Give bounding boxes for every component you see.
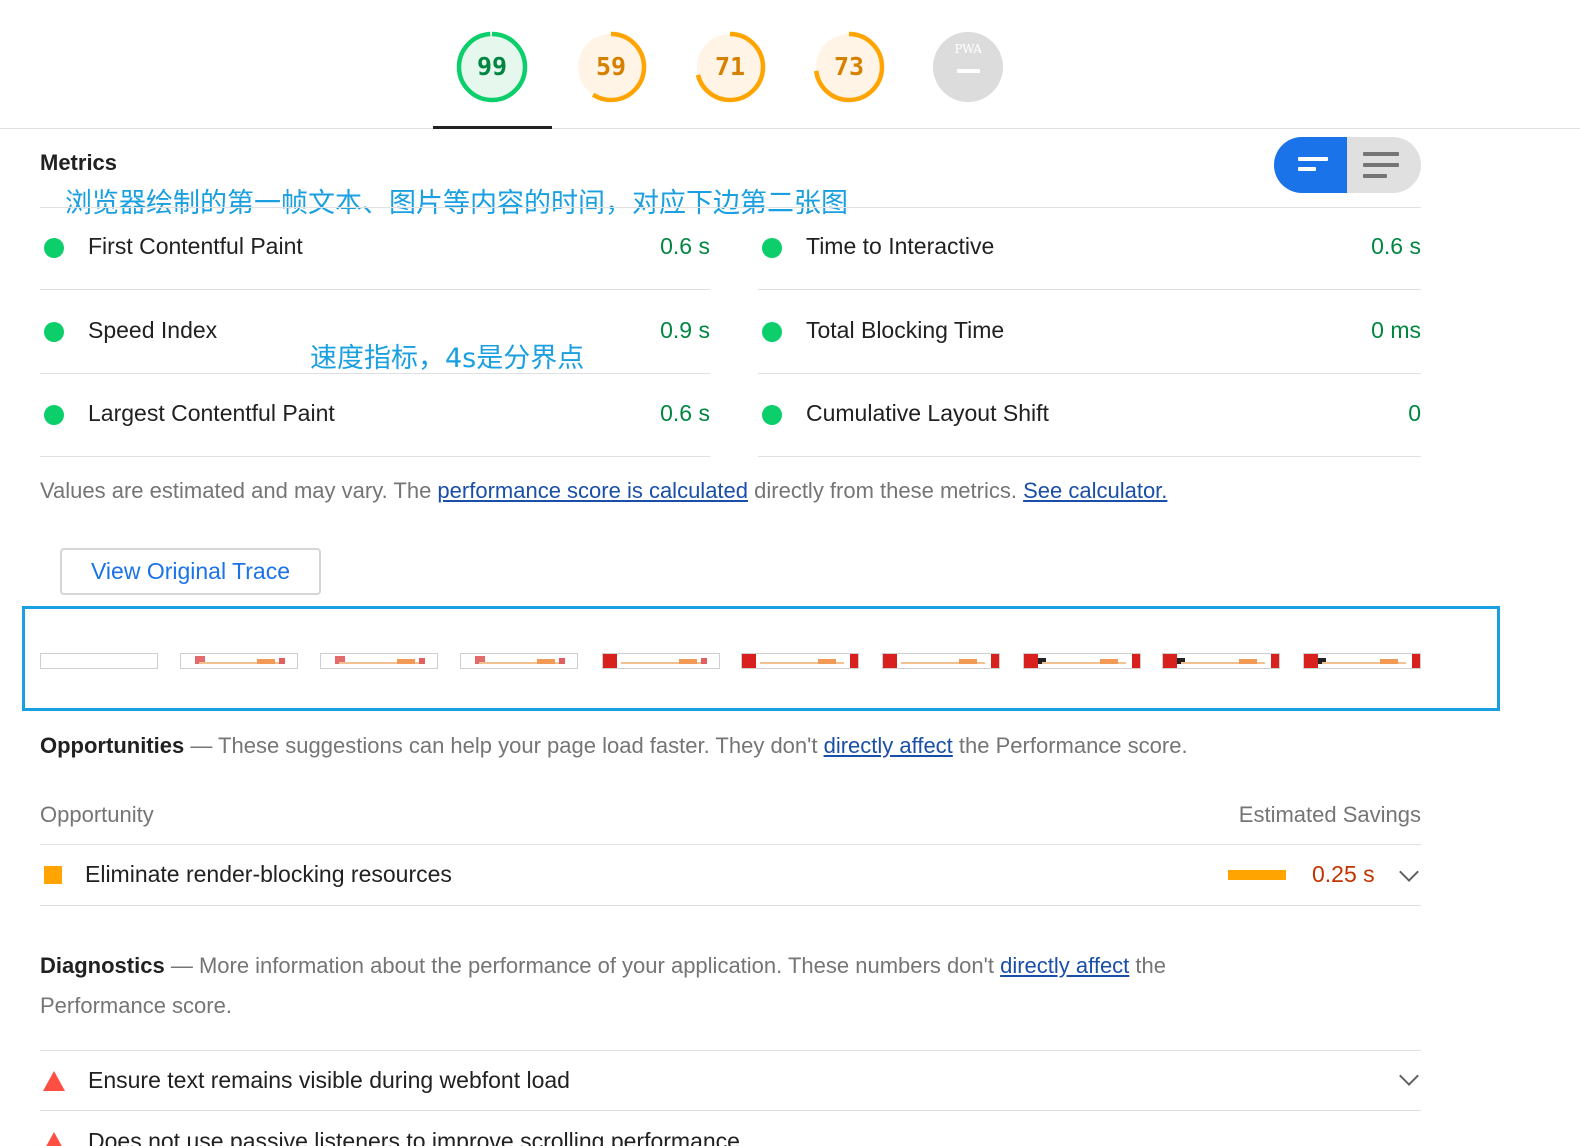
metric-label: Cumulative Layout Shift: [806, 400, 1049, 426]
score-value: 59: [595, 52, 627, 81]
metric-label: Time to Interactive: [806, 233, 995, 259]
opportunities-title: Opportunities: [40, 733, 185, 758]
opportunities-desc: These suggestions can help your page loa…: [218, 733, 824, 758]
score-value: 99: [476, 52, 508, 81]
pass-dot-icon: [44, 238, 64, 258]
score-gauge-pwa[interactable]: PWA: [931, 30, 1005, 104]
score-value: 71: [714, 52, 746, 81]
diagnostic-label: Ensure text remains visible during webfo…: [88, 1067, 570, 1093]
filmstrip-frame: [1023, 653, 1141, 669]
directly-affect-link[interactable]: directly affect: [824, 733, 953, 758]
opportunities-header: Opportunities — These suggestions can he…: [40, 726, 1188, 766]
diagnostics-desc-suffix: the: [1129, 953, 1166, 978]
column-estimated-savings: Estimated Savings: [1238, 802, 1421, 827]
column-opportunity: Opportunity: [40, 802, 154, 827]
metrics-view-toggle[interactable]: [1274, 137, 1421, 193]
dash: —: [184, 733, 219, 758]
pass-dot-icon: [762, 322, 782, 342]
fail-triangle-icon: [43, 1071, 65, 1091]
metric-value: 0.9 s: [660, 317, 710, 343]
metric-value: 0.6 s: [1371, 233, 1421, 259]
filmstrip-frame: [602, 653, 720, 669]
score-header: 99 59 71 73 PWA: [0, 0, 1580, 129]
opportunities-desc-suffix: the Performance score.: [952, 733, 1188, 758]
metric-value: 0.6 s: [660, 233, 710, 259]
view-original-trace-button[interactable]: View Original Trace: [60, 548, 321, 595]
lines-icon: [1363, 152, 1399, 156]
pwa-label: PWA: [954, 42, 982, 56]
metric-largest-contentful-paint: Largest Contentful Paint 0.6 s: [40, 374, 710, 457]
metric-total-blocking-time: Total Blocking Time 0 ms: [758, 291, 1421, 374]
metric-label: Largest Contentful Paint: [88, 400, 335, 426]
expanded-view-button[interactable]: [1347, 137, 1421, 193]
pass-dot-icon: [44, 322, 64, 342]
metric-value: 0.6 s: [660, 400, 710, 426]
filmstrip-frame: [1162, 653, 1280, 669]
filmstrip-frame: [180, 653, 298, 669]
note-prefix: Values are estimated and may vary. The: [40, 478, 438, 503]
score-calculated-link[interactable]: performance score is calculated: [437, 478, 748, 503]
average-square-icon: [44, 866, 62, 884]
pwa-dash-icon: [957, 69, 980, 73]
metric-first-contentful-paint: First Contentful Paint 0.6 s: [40, 207, 710, 290]
diagnostics-header: Diagnostics — More information about the…: [40, 946, 1166, 986]
filmstrip-frame: [741, 653, 859, 669]
metric-label: First Contentful Paint: [88, 233, 303, 259]
score-gauge-seo[interactable]: 73: [812, 30, 886, 104]
savings-bar: [1228, 870, 1286, 880]
metrics-note: Values are estimated and may vary. The p…: [40, 478, 1167, 504]
metric-label: Speed Index: [88, 317, 218, 343]
filmstrip-frame: [320, 653, 438, 669]
metric-value: 0: [1408, 400, 1421, 426]
fail-triangle-icon: [43, 1132, 65, 1146]
score-gauge-best-practices[interactable]: 71: [693, 30, 767, 104]
chevron-down-icon[interactable]: [1399, 862, 1419, 882]
pass-dot-icon: [762, 238, 782, 258]
diagnostic-label: Does not use passive listeners to improv…: [88, 1128, 740, 1146]
diagnostic-row[interactable]: Does not use passive listeners to improv…: [40, 1112, 1421, 1146]
bar-icon: [1298, 167, 1316, 171]
pass-dot-icon: [762, 405, 782, 425]
metric-time-to-interactive: Time to Interactive 0.6 s: [758, 207, 1421, 290]
compact-view-button[interactable]: [1274, 137, 1347, 193]
directly-affect-link[interactable]: directly affect: [1000, 953, 1129, 978]
pass-dot-icon: [44, 405, 64, 425]
lines-icon: [1363, 174, 1387, 178]
note-middle: directly from these metrics.: [748, 478, 1024, 503]
chevron-down-icon[interactable]: [1399, 1066, 1419, 1086]
lines-icon: [1363, 163, 1399, 167]
filmstrip-frame: [882, 653, 1000, 669]
filmstrip-frame: [40, 653, 158, 669]
filmstrip-frame: [460, 653, 578, 669]
savings-value: 0.25 s: [1312, 861, 1375, 887]
score-gauge-performance[interactable]: 99: [455, 30, 529, 104]
filmstrip-frame: [1303, 653, 1421, 669]
score-value: 73: [833, 52, 865, 81]
annotation-speed-index: 速度指标，4s是分界点: [310, 343, 585, 374]
metric-cumulative-layout-shift: Cumulative Layout Shift 0: [758, 374, 1421, 457]
diagnostics-title: Diagnostics: [40, 953, 165, 978]
see-calculator-link[interactable]: See calculator.: [1023, 478, 1167, 503]
metric-value: 0 ms: [1371, 317, 1421, 343]
diagnostics-desc: More information about the performance o…: [198, 953, 1001, 978]
active-tab-underline: [433, 126, 552, 129]
filmstrip: [22, 606, 1500, 711]
score-gauge-accessibility[interactable]: 59: [574, 30, 648, 104]
opportunity-row[interactable]: Eliminate render-blocking resources 0.25…: [40, 845, 1421, 906]
bar-icon: [1298, 157, 1328, 161]
metrics-title: Metrics: [40, 150, 118, 175]
opportunity-label: Eliminate render-blocking resources: [85, 861, 452, 887]
diagnostics-desc-line2: Performance score.: [40, 993, 232, 1018]
metric-label: Total Blocking Time: [806, 317, 1005, 343]
diagnostic-row[interactable]: Ensure text remains visible during webfo…: [40, 1051, 1421, 1111]
dash: —: [164, 953, 199, 978]
